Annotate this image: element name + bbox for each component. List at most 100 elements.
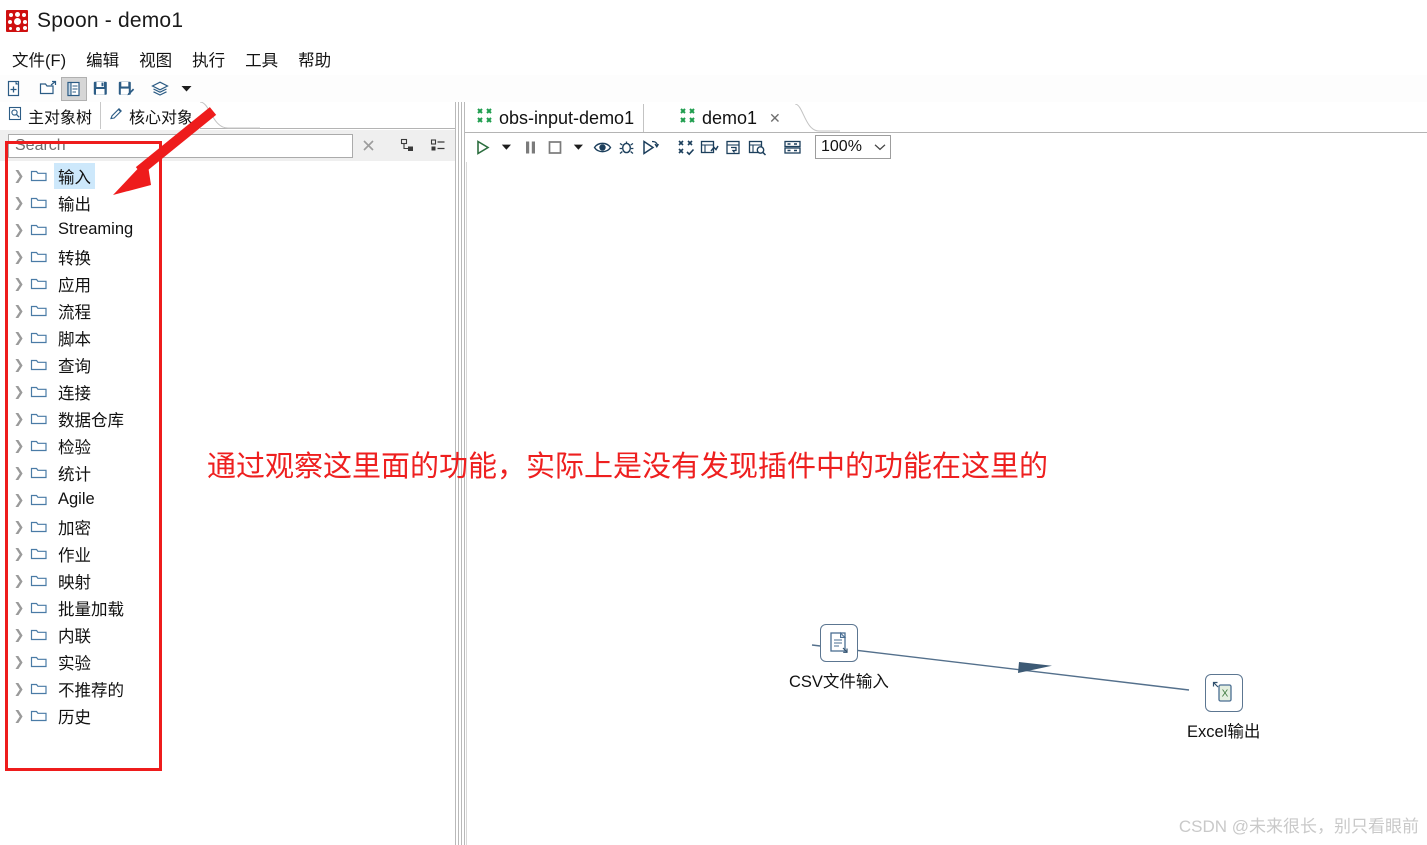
- chevron-right-icon[interactable]: ❯: [8, 196, 30, 209]
- new-file-icon[interactable]: [1, 77, 27, 101]
- tree-item[interactable]: ❯ 实验: [0, 648, 455, 675]
- folder-icon: [30, 411, 54, 426]
- transformation-icon: [476, 107, 493, 129]
- dropdown-arrow-icon[interactable]: [173, 77, 199, 101]
- chevron-right-icon[interactable]: ❯: [8, 520, 30, 533]
- preview-icon[interactable]: [591, 135, 614, 159]
- expand-all-icon[interactable]: [423, 133, 453, 159]
- tree-item-label: 应用: [58, 276, 91, 295]
- chevron-right-icon[interactable]: ❯: [8, 304, 30, 317]
- chevron-right-icon[interactable]: ❯: [8, 574, 30, 587]
- panel-splitter[interactable]: [455, 102, 465, 845]
- stop-icon[interactable]: [543, 135, 566, 159]
- tree-item[interactable]: ❯ 连接: [0, 378, 455, 405]
- save-as-icon[interactable]: [113, 77, 139, 101]
- open-folder-icon[interactable]: [35, 77, 61, 101]
- tree-item[interactable]: ❯ 统计: [0, 459, 455, 486]
- chevron-right-icon[interactable]: ❯: [8, 223, 30, 236]
- collapse-all-icon[interactable]: [393, 133, 423, 159]
- grid-align-icon[interactable]: [781, 135, 804, 159]
- chevron-right-icon[interactable]: ❯: [8, 655, 30, 668]
- step-metrics-icon[interactable]: [722, 135, 745, 159]
- core-objects-tree[interactable]: ❯ 输入 ❯ 输出 ❯ Streaming ❯ 转换 ❯ 应用 ❯ 流程 ❯ 脚本 ❯ 查询 ❯ 连接 ❯ 数据仓库 ❯…: [0, 162, 455, 845]
- tree-item[interactable]: ❯ 数据仓库: [0, 405, 455, 432]
- chevron-right-icon[interactable]: ❯: [8, 682, 30, 695]
- tab-obs-input-demo1[interactable]: obs-input-demo1: [467, 104, 645, 132]
- tree-item[interactable]: ❯ Streaming: [0, 216, 455, 243]
- stop-dropdown-icon[interactable]: [567, 135, 590, 159]
- pause-icon[interactable]: [519, 135, 542, 159]
- step-node-excel-output[interactable]: X Excel输出: [1187, 674, 1260, 742]
- tree-item[interactable]: ❯ 内联: [0, 621, 455, 648]
- tree-item[interactable]: ❯ 映射: [0, 567, 455, 594]
- menu-run[interactable]: 执行: [182, 44, 235, 74]
- menu-help[interactable]: 帮助: [288, 44, 341, 74]
- transformation-canvas[interactable]: CSV文件输入 X Excel输出: [466, 162, 1427, 845]
- canvas-toolbar: 100%: [465, 133, 1427, 161]
- tree-item[interactable]: ❯ 批量加载: [0, 594, 455, 621]
- chevron-right-icon[interactable]: ❯: [8, 412, 30, 425]
- chevron-right-icon[interactable]: ❯: [8, 331, 30, 344]
- menu-edit[interactable]: 编辑: [76, 44, 129, 74]
- chevron-right-icon[interactable]: ❯: [8, 358, 30, 371]
- core-objects-panel: 主对象树 核心对象 Search ❯ 输入 ❯ 输出 ❯ Streaming ❯…: [0, 102, 455, 845]
- folder-icon: [30, 465, 54, 480]
- zoom-level-combo[interactable]: 100%: [815, 135, 891, 159]
- save-icon[interactable]: [87, 77, 113, 101]
- step-node-csv-input[interactable]: CSV文件输入: [789, 624, 889, 692]
- replay-icon[interactable]: [639, 135, 662, 159]
- chevron-right-icon[interactable]: ❯: [8, 628, 30, 641]
- tree-item-label: 加密: [58, 519, 91, 538]
- tree-item[interactable]: ❯ Agile: [0, 486, 455, 513]
- close-icon[interactable]: [353, 133, 383, 159]
- run-icon[interactable]: [471, 135, 494, 159]
- menu-file[interactable]: 文件(F): [2, 44, 76, 74]
- chevron-right-icon[interactable]: ❯: [8, 439, 30, 452]
- file-list-icon[interactable]: [61, 76, 87, 101]
- tree-item[interactable]: ❯ 脚本: [0, 324, 455, 351]
- tree-item[interactable]: ❯ 历史: [0, 702, 455, 729]
- tab-demo1[interactable]: demo1 ✕: [670, 104, 790, 132]
- layers-icon[interactable]: [147, 77, 173, 101]
- tab-core-objects[interactable]: 核心对象: [100, 102, 202, 129]
- transformation-settings-icon[interactable]: [674, 135, 697, 159]
- chevron-right-icon[interactable]: ❯: [8, 169, 30, 182]
- tree-item[interactable]: ❯ 不推荐的: [0, 675, 455, 702]
- chevron-right-icon[interactable]: ❯: [8, 601, 30, 614]
- tree-item[interactable]: ❯ 输出: [0, 189, 455, 216]
- tree-item[interactable]: ❯ 转换: [0, 243, 455, 270]
- tree-item[interactable]: ❯ 查询: [0, 351, 455, 378]
- menu-tools[interactable]: 工具: [235, 44, 288, 74]
- debug-icon[interactable]: [615, 135, 638, 159]
- chevron-right-icon[interactable]: ❯: [8, 277, 30, 290]
- chevron-right-icon[interactable]: ❯: [8, 466, 30, 479]
- chevron-right-icon[interactable]: ❯: [8, 547, 30, 560]
- tree-item-label: 实验: [58, 654, 91, 673]
- show-results-icon[interactable]: [698, 135, 721, 159]
- folder-icon: [30, 276, 54, 291]
- menu-bar: 文件(F) 编辑 视图 执行 工具 帮助: [0, 42, 1427, 75]
- search-input[interactable]: [8, 133, 353, 158]
- tree-item-label: 流程: [58, 303, 91, 322]
- chevron-right-icon[interactable]: ❯: [8, 493, 30, 506]
- menu-view[interactable]: 视图: [129, 44, 182, 74]
- tree-item[interactable]: ❯ 输入: [0, 162, 455, 189]
- tree-item-label: 内联: [58, 627, 91, 646]
- transformation-tab-row: obs-input-demo1 demo1 ✕: [465, 102, 1427, 133]
- spoon-logo-icon: [6, 10, 28, 32]
- tree-item[interactable]: ❯ 流程: [0, 297, 455, 324]
- tree-item[interactable]: ❯ 加密: [0, 513, 455, 540]
- inspect-data-icon[interactable]: [746, 135, 769, 159]
- chevron-right-icon[interactable]: ❯: [8, 385, 30, 398]
- tree-item[interactable]: ❯ 检验: [0, 432, 455, 459]
- tab-label: obs-input-demo1: [499, 107, 635, 128]
- tab-main-object-tree[interactable]: 主对象树: [0, 102, 102, 129]
- run-dropdown-icon[interactable]: [495, 135, 518, 159]
- window-title: Spoon - demo1: [37, 9, 184, 32]
- tree-item[interactable]: ❯ 应用: [0, 270, 455, 297]
- tab-label: 主对象树: [28, 109, 93, 127]
- chevron-right-icon[interactable]: ❯: [8, 250, 30, 263]
- chevron-right-icon[interactable]: ❯: [8, 709, 30, 722]
- tree-item[interactable]: ❯ 作业: [0, 540, 455, 567]
- close-icon[interactable]: ✕: [769, 110, 781, 127]
